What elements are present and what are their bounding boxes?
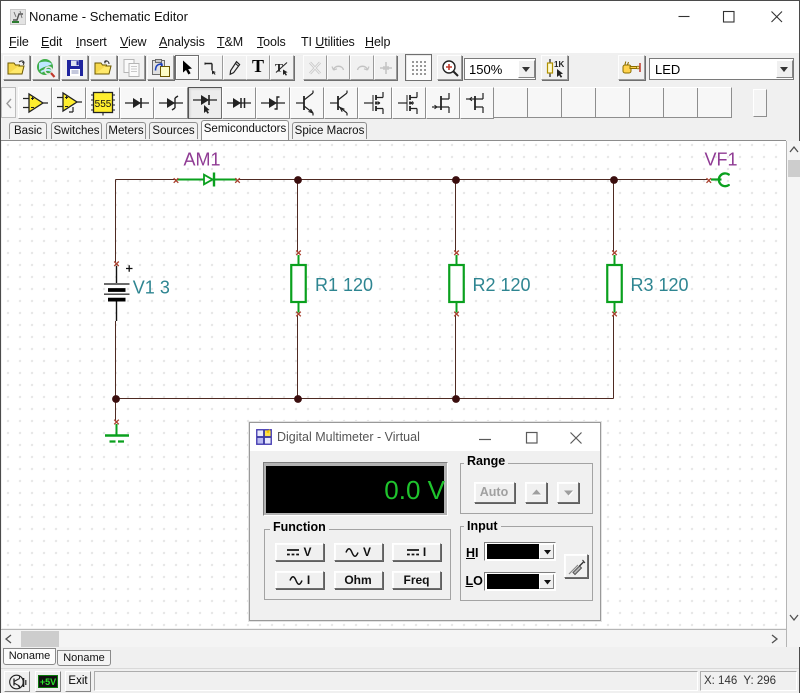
svg-text:V1 3: V1 3	[133, 278, 170, 298]
svg-text:555: 555	[95, 99, 112, 110]
svg-text:R1 120: R1 120	[315, 275, 373, 295]
svg-text:1K: 1K	[554, 60, 564, 69]
svg-text:AM1: AM1	[184, 150, 221, 170]
svg-text:R3 120: R3 120	[631, 275, 689, 295]
svg-text:R2 120: R2 120	[473, 275, 531, 295]
svg-text:VF1: VF1	[705, 150, 738, 170]
svg-text:+5V: +5V	[40, 677, 56, 687]
